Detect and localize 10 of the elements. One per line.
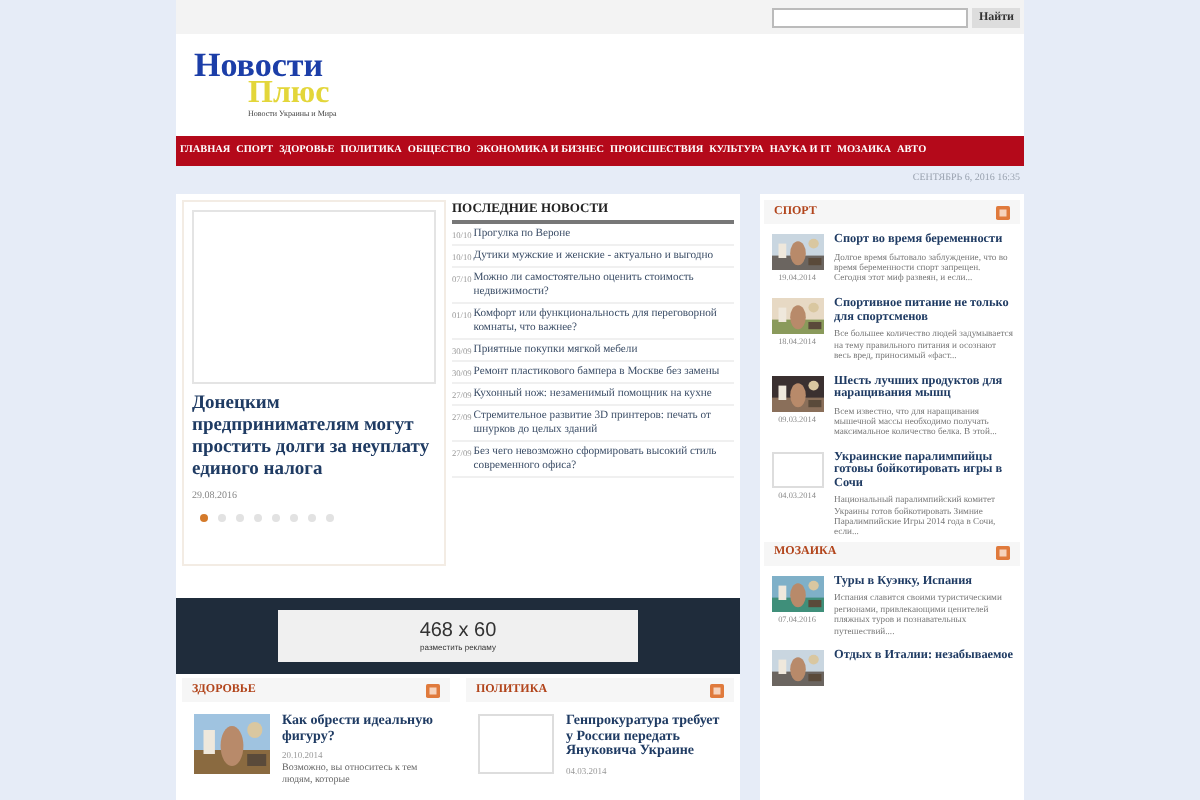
search-field[interactable]: [772, 7, 969, 27]
rss-icon[interactable]: [996, 205, 1010, 219]
logo-title[interactable]: Новости: [194, 50, 337, 80]
ad-size: 468 x 60: [419, 619, 497, 641]
image-placeholder: [478, 714, 554, 774]
rss-icon[interactable]: [426, 683, 440, 697]
slider-title[interactable]: Донецким предпринимателям могут простить долги за неуплату единого налога: [192, 394, 436, 482]
rss-icon[interactable]: [996, 546, 1010, 561]
rss-icon[interactable]: [710, 683, 724, 697]
image-placeholder: [771, 451, 823, 488]
